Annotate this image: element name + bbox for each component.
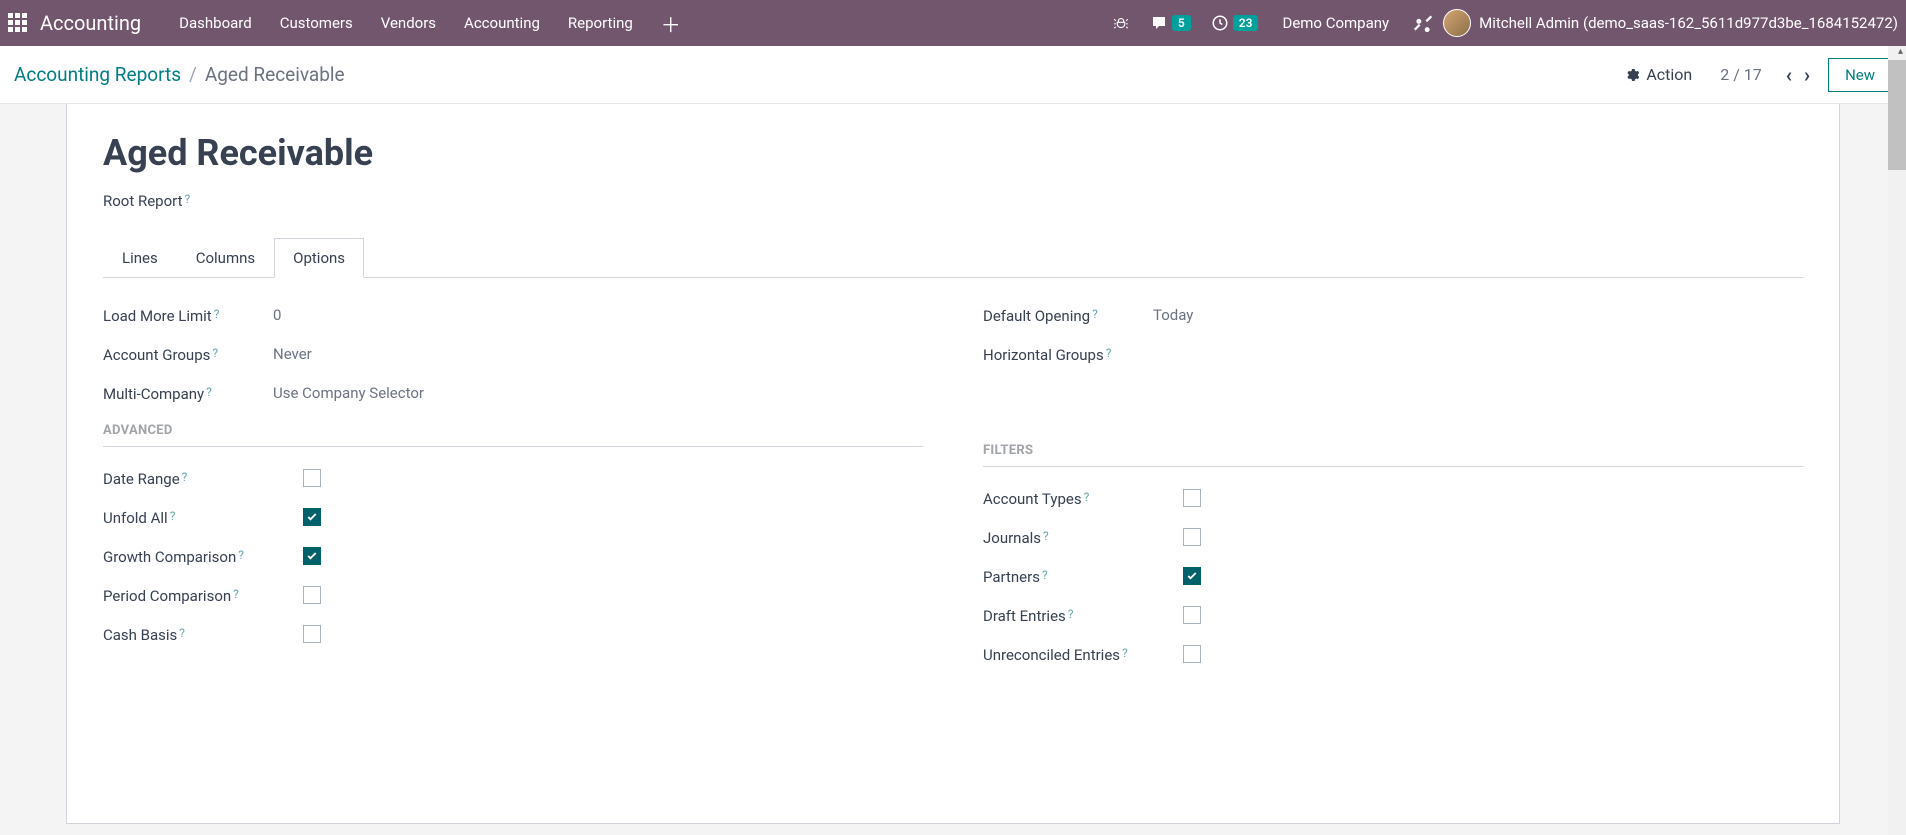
- tab-columns[interactable]: Columns: [177, 238, 274, 278]
- pager-prev-icon[interactable]: ‹: [1780, 63, 1798, 87]
- advanced-date-range-checkbox[interactable]: [303, 469, 321, 487]
- filter-draft-entries-label: Draft Entries: [983, 607, 1066, 625]
- help-icon[interactable]: ?: [1106, 346, 1112, 360]
- app-brand[interactable]: Accounting: [40, 11, 141, 35]
- action-label: Action: [1646, 65, 1692, 84]
- value-load-more-limit[interactable]: 0: [273, 306, 281, 324]
- advanced-cash-basis-checkbox[interactable]: [303, 625, 321, 643]
- scroll-up-icon[interactable]: ▴: [1898, 46, 1903, 57]
- value-multi-company[interactable]: Use Company Selector: [273, 384, 424, 402]
- label-load-more-limit: Load More Limit: [103, 307, 212, 325]
- filter-journals-label: Journals: [983, 529, 1041, 547]
- filter-journals-checkbox[interactable]: [1183, 528, 1201, 546]
- avatar: [1443, 9, 1471, 37]
- activities-badge: 23: [1233, 15, 1259, 31]
- page-title: Aged Receivable: [103, 132, 1803, 174]
- help-icon[interactable]: ?: [238, 548, 244, 562]
- advanced-period-comparison-checkbox[interactable]: [303, 586, 321, 604]
- advanced-growth-comparison-label: Growth Comparison: [103, 548, 236, 566]
- pager-text[interactable]: 2 / 17: [1720, 65, 1762, 84]
- control-bar: Accounting Reports / Aged Receivable Act…: [0, 46, 1906, 104]
- filter-unreconciled-entries-label: Unreconciled Entries: [983, 646, 1120, 664]
- action-dropdown[interactable]: Action: [1614, 59, 1702, 90]
- filter-partners-checkbox[interactable]: [1183, 567, 1201, 585]
- label-account-groups: Account Groups: [103, 346, 210, 364]
- help-icon[interactable]: ?: [1122, 646, 1128, 660]
- pager-next-icon[interactable]: ›: [1798, 63, 1816, 87]
- nav-accounting[interactable]: Accounting: [450, 6, 554, 40]
- help-icon[interactable]: ?: [214, 307, 220, 321]
- help-icon[interactable]: ?: [1084, 490, 1090, 504]
- advanced-unfold-all-checkbox[interactable]: [303, 508, 321, 526]
- nav-reporting[interactable]: Reporting: [554, 6, 647, 40]
- scrollbar[interactable]: ▴: [1888, 46, 1906, 835]
- section-filters: FILTERS: [983, 443, 1803, 467]
- gear-icon: [1624, 67, 1640, 83]
- help-icon[interactable]: ?: [206, 385, 212, 399]
- help-icon[interactable]: ?: [233, 587, 239, 601]
- help-icon[interactable]: ?: [1092, 307, 1098, 321]
- value-account-groups[interactable]: Never: [273, 345, 312, 363]
- filter-unreconciled-entries-checkbox[interactable]: [1183, 645, 1201, 663]
- tab-lines[interactable]: Lines: [103, 238, 177, 278]
- nav-vendors[interactable]: Vendors: [367, 6, 450, 40]
- help-icon[interactable]: ?: [182, 470, 188, 484]
- top-navbar: Accounting Dashboard Customers Vendors A…: [0, 0, 1906, 46]
- advanced-date-range-label: Date Range: [103, 470, 180, 488]
- filter-partners-label: Partners: [983, 568, 1040, 586]
- help-icon[interactable]: ?: [185, 192, 191, 206]
- section-advanced: ADVANCED: [103, 423, 923, 447]
- filter-account-types-label: Account Types: [983, 490, 1082, 508]
- help-icon[interactable]: ?: [170, 509, 176, 523]
- advanced-unfold-all-label: Unfold All: [103, 509, 168, 527]
- breadcrumb-current: Aged Receivable: [205, 63, 345, 86]
- help-icon[interactable]: ?: [212, 346, 218, 360]
- nav-customers[interactable]: Customers: [266, 6, 367, 40]
- value-default-opening[interactable]: Today: [1153, 306, 1193, 324]
- form-sheet: Aged Receivable Root Report? Lines Colum…: [66, 104, 1840, 824]
- help-icon[interactable]: ?: [179, 626, 185, 640]
- help-icon[interactable]: ?: [1068, 607, 1074, 621]
- advanced-period-comparison-label: Period Comparison: [103, 587, 231, 605]
- nav-dashboard[interactable]: Dashboard: [165, 6, 266, 40]
- label-default-opening: Default Opening: [983, 307, 1090, 325]
- advanced-cash-basis-label: Cash Basis: [103, 626, 177, 644]
- tabs: Lines Columns Options: [103, 238, 1803, 278]
- messages-icon[interactable]: 5: [1140, 14, 1201, 32]
- help-icon[interactable]: ?: [1042, 568, 1048, 582]
- filter-draft-entries-checkbox[interactable]: [1183, 606, 1201, 624]
- user-name: Mitchell Admin (demo_saas-162_5611d977d3…: [1479, 14, 1898, 32]
- company-selector[interactable]: Demo Company: [1268, 14, 1403, 32]
- label-horizontal-groups: Horizontal Groups: [983, 346, 1104, 364]
- messages-badge: 5: [1172, 15, 1191, 31]
- new-button[interactable]: New: [1828, 58, 1892, 92]
- breadcrumb-separator: /: [189, 63, 197, 86]
- advanced-growth-comparison-checkbox[interactable]: [303, 547, 321, 565]
- label-multi-company: Multi-Company: [103, 385, 204, 403]
- help-icon[interactable]: ?: [1043, 529, 1049, 543]
- tab-options[interactable]: Options: [274, 238, 364, 278]
- add-icon[interactable]: ＋: [647, 5, 695, 42]
- root-report-label: Root Report: [103, 192, 183, 210]
- filter-account-types-checkbox[interactable]: [1183, 489, 1201, 507]
- breadcrumb-parent[interactable]: Accounting Reports: [14, 63, 181, 86]
- user-menu[interactable]: Mitchell Admin (demo_saas-162_5611d977d3…: [1443, 9, 1898, 37]
- bug-icon[interactable]: [1102, 14, 1140, 32]
- scrollbar-thumb[interactable]: [1888, 60, 1906, 170]
- tools-icon[interactable]: [1403, 13, 1443, 33]
- activities-icon[interactable]: 23: [1201, 14, 1269, 32]
- apps-icon[interactable]: [8, 13, 28, 33]
